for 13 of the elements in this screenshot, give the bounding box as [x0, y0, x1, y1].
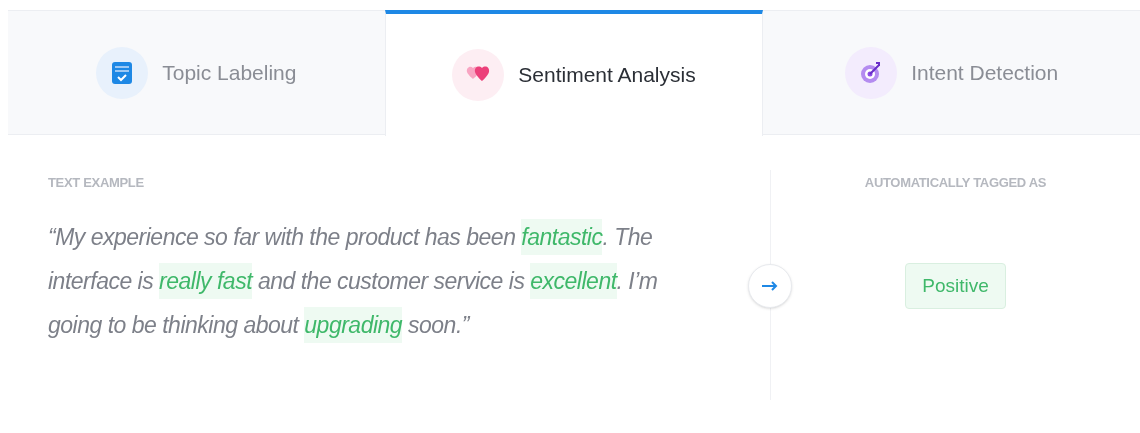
tab-label: Sentiment Analysis — [518, 62, 696, 89]
tab-label: Intent Detection — [911, 59, 1059, 86]
tab[interactable]: Intent Detection — [763, 11, 1140, 134]
tab[interactable]: Topic Labeling — [8, 11, 385, 134]
arrow-right-icon — [761, 281, 779, 291]
section-heading: AUTOMATICALLY TAGGED AS — [864, 174, 1047, 192]
section-heading: TEXT EXAMPLE — [48, 174, 145, 192]
tab-label: Topic Labeling — [162, 59, 297, 86]
tab[interactable]: Sentiment Analysis — [384, 10, 764, 136]
sentiment-tag: Positive — [905, 262, 1006, 309]
document-check-icon — [111, 60, 134, 85]
example-quote: “My experience so far with the product has been fantastic. The interface is really fast and the customer service is excellent. I’m going to be thinking about upgrading soon.” — [48, 214, 708, 347]
arrow-button[interactable] — [748, 264, 792, 308]
